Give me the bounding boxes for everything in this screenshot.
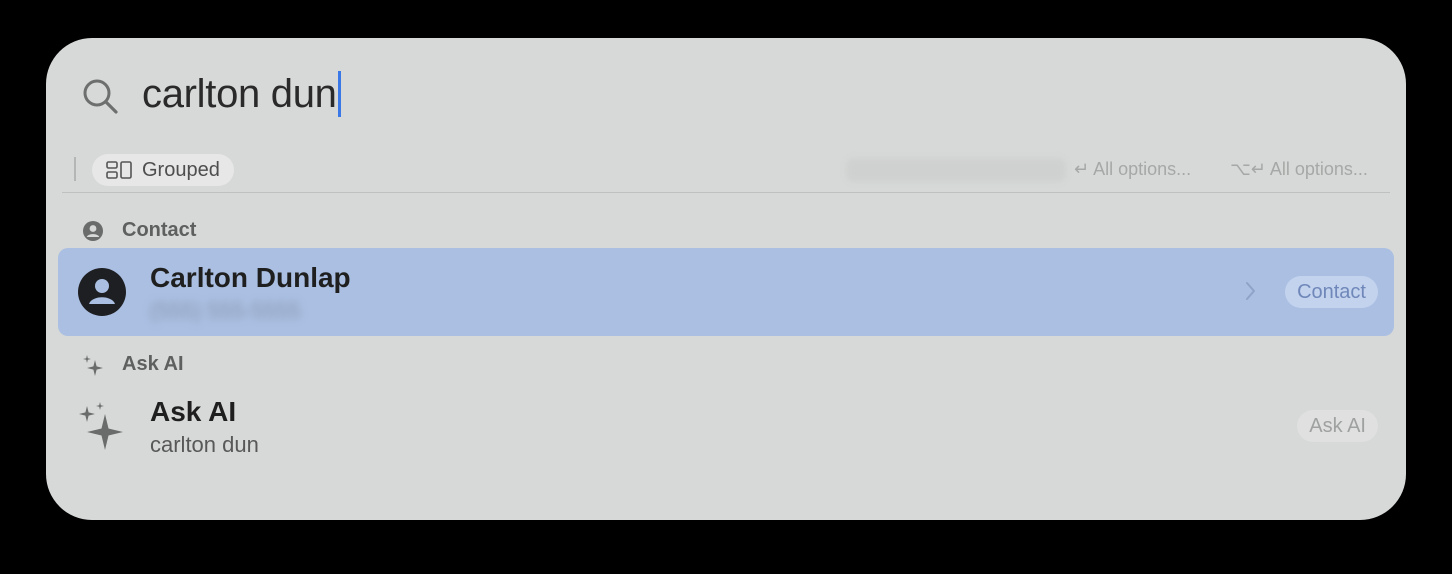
search-icon [83, 79, 118, 114]
all-options-hint: ↵ All options... [1074, 159, 1191, 180]
grouped-view-label: Grouped [142, 158, 220, 181]
person-circle-icon [83, 220, 103, 241]
result-subtitle: carlton dun [150, 432, 259, 457]
text-caret [337, 71, 341, 117]
option-all-options-label: All options... [1269, 159, 1368, 179]
result-subtitle-redacted: (555) 555-5555 [150, 298, 301, 323]
section-header-label: Ask AI [122, 353, 184, 375]
section-header-contact: Contact [82, 219, 196, 242]
all-options-label: All options... [1093, 159, 1192, 179]
search-query-text: carlton dun [142, 72, 337, 116]
grouped-view-button[interactable]: Grouped [92, 154, 234, 186]
blurred-hint [846, 158, 1066, 182]
result-row-ask-ai[interactable]: Ask AI carlton dun Ask AI [58, 382, 1394, 470]
person-circle-icon [78, 268, 126, 316]
toolbar-divider [74, 157, 76, 181]
sparkles-icon [79, 402, 123, 450]
result-row-contact[interactable]: Carlton Dunlap (555) 555-5555 Contact [58, 248, 1394, 336]
search-input[interactable]: carlton dun [142, 66, 341, 122]
result-title: Ask AI [150, 396, 237, 427]
spotlight-panel: carlton dun Grouped ↵ All options... ⌥↵ … [46, 38, 1406, 520]
section-header-label: Contact [122, 219, 197, 241]
grouped-layout-icon [106, 161, 132, 179]
option-all-options-hint: ⌥↵ All options... [1230, 159, 1368, 180]
result-title: Carlton Dunlap [150, 262, 351, 293]
all-options-keys: ↵ [1074, 159, 1090, 179]
section-header-ask-ai: Ask AI [82, 353, 184, 376]
filter-toolbar: Grouped ↵ All options... ⌥↵ All options.… [62, 152, 1390, 193]
search-bar: carlton dun [46, 38, 1406, 150]
result-type-badge: Contact [1285, 276, 1378, 308]
sparkles-icon [83, 354, 103, 376]
chevron-right-icon [1246, 282, 1255, 300]
result-type-badge: Ask AI [1297, 410, 1378, 442]
option-all-options-keys: ⌥↵ [1230, 159, 1266, 179]
